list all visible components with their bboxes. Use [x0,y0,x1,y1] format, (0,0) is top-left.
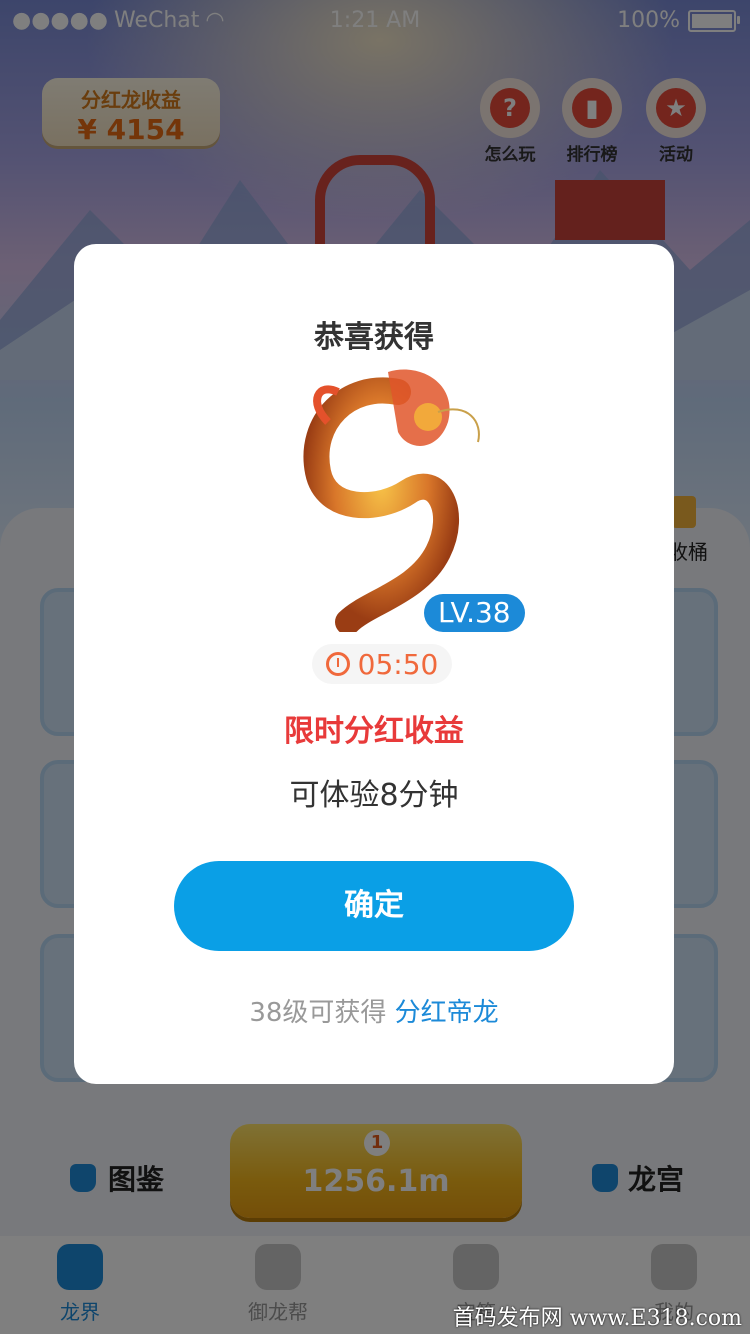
limited-bonus-text: 限时分红收益 [284,714,464,749]
countdown-timer: 05:50 [312,644,452,684]
timer-value: 05:50 [357,647,439,681]
dragon-image [303,369,480,632]
dividend-dragon-link[interactable]: 分红帝龙 [395,998,499,1028]
stopwatch-icon [325,652,350,676]
modal-title: 恭喜获得 [314,320,434,355]
watermark: 首码发布网 www.E318.com [452,1306,742,1331]
trial-duration-text: 可体验8分钟 [289,778,459,813]
level-badge: LV.38 [424,594,525,632]
reward-modal: 恭喜获得 LV.38 05:50 限时分红收益 可体验8分钟 确定 38级可获得… [74,244,674,1084]
unlock-note: 38级可获得 分红帝龙 [74,992,674,1029]
confirm-button[interactable]: 确定 [174,861,574,951]
unlock-note-prefix: 38级可获得 [249,998,387,1028]
